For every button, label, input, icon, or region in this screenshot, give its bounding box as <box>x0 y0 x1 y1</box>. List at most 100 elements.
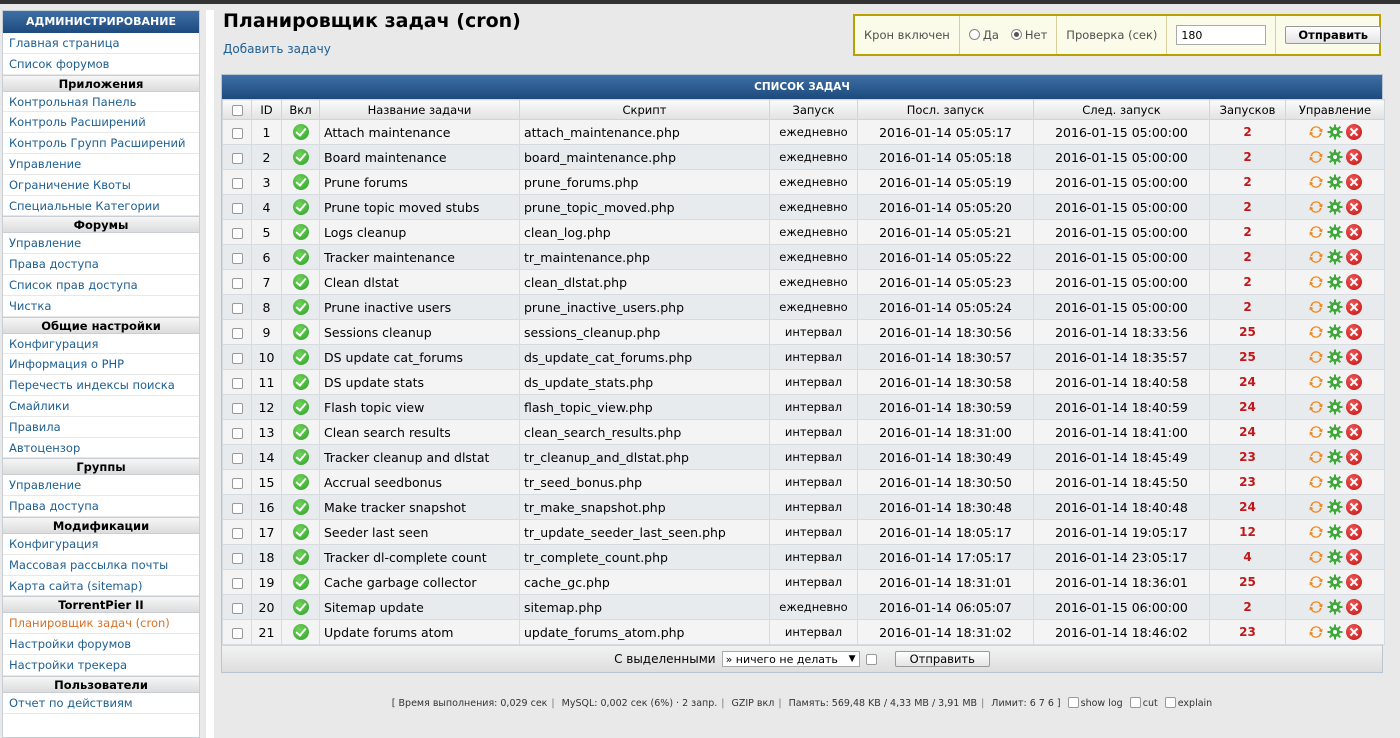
enabled-cell[interactable] <box>281 494 320 520</box>
delete-icon[interactable] <box>1346 474 1362 491</box>
enabled-cell[interactable] <box>281 394 320 420</box>
enabled-cell[interactable] <box>281 194 320 220</box>
gear-icon[interactable] <box>1327 549 1343 565</box>
delete-icon[interactable] <box>1346 599 1362 616</box>
gear-icon[interactable] <box>1327 599 1343 615</box>
enabled-cell[interactable] <box>281 219 320 245</box>
sidebar-item[interactable]: Специальные Категории <box>3 196 199 217</box>
refresh-icon[interactable] <box>1308 174 1324 190</box>
sidebar-item[interactable]: Управление <box>3 154 199 175</box>
row-select-cell[interactable] <box>222 394 252 420</box>
gear-icon[interactable] <box>1327 374 1343 390</box>
enabled-cell[interactable] <box>281 119 320 145</box>
header-script[interactable]: Скрипт <box>519 99 770 120</box>
sidebar-item[interactable]: Главная страница <box>3 33 199 54</box>
gear-icon[interactable] <box>1327 174 1343 190</box>
sidebar-item[interactable]: Отчет по действиям <box>3 693 199 714</box>
cut-checkbox[interactable] <box>1129 697 1141 708</box>
radio-no-icon[interactable] <box>1010 29 1022 40</box>
explain-checkbox[interactable] <box>1164 697 1176 708</box>
delete-icon[interactable] <box>1346 624 1362 641</box>
enabled-check-icon[interactable] <box>292 174 309 191</box>
delete-icon[interactable] <box>1346 399 1362 416</box>
delete-icon[interactable] <box>1346 524 1362 541</box>
enabled-check-icon[interactable] <box>292 599 309 616</box>
sidebar-item[interactable]: Управление <box>3 233 199 255</box>
row-select-cell[interactable] <box>222 219 252 245</box>
enabled-cell[interactable] <box>281 619 320 645</box>
gear-icon[interactable] <box>1327 399 1343 415</box>
row-checkbox[interactable] <box>231 127 243 139</box>
gear-icon[interactable] <box>1327 224 1343 240</box>
row-select-cell[interactable] <box>222 619 252 645</box>
sidebar-scroll-rail[interactable] <box>206 10 214 738</box>
gear-icon[interactable] <box>1327 324 1343 340</box>
refresh-icon[interactable] <box>1308 624 1324 640</box>
sidebar-item[interactable]: Карта сайта (sitemap) <box>3 576 199 597</box>
refresh-icon[interactable] <box>1308 349 1324 365</box>
row-select-cell[interactable] <box>222 594 252 620</box>
radio-yes-icon[interactable] <box>968 29 980 40</box>
cron-no-option[interactable]: Нет <box>1010 28 1047 42</box>
enabled-cell[interactable] <box>281 344 320 370</box>
header-last-run[interactable]: Посл. запуск <box>857 99 1034 120</box>
enabled-cell[interactable] <box>281 319 320 345</box>
gear-icon[interactable] <box>1327 274 1343 290</box>
enabled-check-icon[interactable] <box>292 424 309 441</box>
enabled-check-icon[interactable] <box>292 474 309 491</box>
sidebar-item[interactable]: Настройки трекера <box>3 655 199 676</box>
gear-icon[interactable] <box>1327 149 1343 165</box>
enabled-check-icon[interactable] <box>292 349 309 366</box>
gear-icon[interactable] <box>1327 249 1343 265</box>
sidebar-item[interactable]: Конфигурация <box>3 534 199 555</box>
sidebar-item[interactable]: Контроль Расширений <box>3 112 199 134</box>
refresh-icon[interactable] <box>1308 299 1324 315</box>
delete-icon[interactable] <box>1346 249 1362 266</box>
sidebar-item[interactable]: Права доступа <box>3 496 199 517</box>
delete-icon[interactable] <box>1346 349 1362 366</box>
enabled-cell[interactable] <box>281 519 320 545</box>
enabled-check-icon[interactable] <box>292 199 309 216</box>
row-checkbox[interactable] <box>231 527 243 539</box>
bulk-submit-button[interactable]: Отправить <box>894 651 990 667</box>
row-checkbox[interactable] <box>231 427 243 439</box>
delete-icon[interactable] <box>1346 324 1362 341</box>
row-checkbox[interactable] <box>231 602 243 614</box>
row-select-cell[interactable] <box>222 344 252 370</box>
header-run-count[interactable]: Запусков <box>1209 99 1286 120</box>
enabled-check-icon[interactable] <box>292 374 309 391</box>
enabled-check-icon[interactable] <box>292 399 309 416</box>
enabled-cell[interactable] <box>281 269 320 295</box>
row-checkbox[interactable] <box>231 452 243 464</box>
row-select-cell[interactable] <box>222 294 252 320</box>
gear-icon[interactable] <box>1327 199 1343 215</box>
row-select-cell[interactable] <box>222 319 252 345</box>
add-task-link[interactable]: Добавить задачу <box>223 42 331 56</box>
refresh-icon[interactable] <box>1308 199 1324 215</box>
row-checkbox[interactable] <box>231 252 243 264</box>
delete-icon[interactable] <box>1346 224 1362 241</box>
header-run[interactable]: Запуск <box>769 99 858 120</box>
refresh-icon[interactable] <box>1308 574 1324 590</box>
header-id[interactable]: ID <box>251 99 282 120</box>
sidebar-item[interactable]: Контрольная Панель <box>3 92 199 113</box>
sidebar-item[interactable]: Управление <box>3 475 199 497</box>
refresh-icon[interactable] <box>1308 474 1324 490</box>
enabled-cell[interactable] <box>281 444 320 470</box>
enabled-check-icon[interactable] <box>292 324 309 341</box>
row-checkbox[interactable] <box>231 277 243 289</box>
row-select-cell[interactable] <box>222 369 252 395</box>
bulk-confirm-checkbox[interactable] <box>865 653 877 665</box>
enabled-check-icon[interactable] <box>292 224 309 241</box>
sidebar-item[interactable]: Конфигурация <box>3 334 199 355</box>
delete-icon[interactable] <box>1346 499 1362 516</box>
sidebar-item[interactable]: Информация о PHP <box>3 354 199 376</box>
gear-icon[interactable] <box>1327 349 1343 365</box>
delete-icon[interactable] <box>1346 424 1362 441</box>
enabled-check-icon[interactable] <box>292 249 309 266</box>
delete-icon[interactable] <box>1346 274 1362 291</box>
sidebar-item[interactable]: Правила <box>3 417 199 438</box>
gear-icon[interactable] <box>1327 424 1343 440</box>
enabled-check-icon[interactable] <box>292 549 309 566</box>
row-checkbox[interactable] <box>231 152 243 164</box>
